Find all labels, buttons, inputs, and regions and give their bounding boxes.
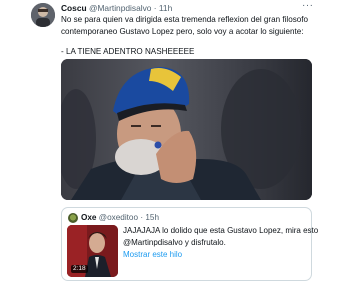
- quote-user-handle[interactable]: @oxeditoo: [99, 213, 138, 222]
- quote-video-thumbnail[interactable]: 2:18: [67, 225, 118, 277]
- quote-timestamp[interactable]: 15h: [145, 213, 159, 222]
- header-separator: ·: [153, 3, 157, 13]
- show-thread-link[interactable]: Mostrar este hilo: [123, 249, 182, 260]
- quote-header-separator: ·: [140, 213, 144, 222]
- tweet-timestamp[interactable]: 11h: [159, 3, 172, 13]
- quote-text-line: @Martinpdisalvo y disfrutalo.: [123, 237, 226, 247]
- user-handle[interactable]: @Martinpdisalvo: [89, 3, 152, 13]
- tweet-text-line: No se para quien va dirigida esta tremen…: [61, 15, 309, 24]
- quote-header: Oxe @oxeditoo · 15h: [81, 212, 159, 223]
- tweet-text: No se para quien va dirigida esta tremen…: [61, 14, 321, 58]
- tweet: Coscu @Martinpdisalvo · 11h ··· No se pa…: [0, 0, 350, 285]
- tweet-image[interactable]: [61, 59, 312, 200]
- tweet-text-line: - LA TIENE ADENTRO NASHEEEEE: [61, 47, 195, 56]
- more-options-icon[interactable]: ···: [302, 0, 314, 11]
- video-duration: 2:18: [71, 265, 88, 273]
- display-name[interactable]: Coscu: [61, 3, 87, 13]
- tweet-header: Coscu @Martinpdisalvo · 11h: [61, 3, 172, 14]
- quote-user-avatar[interactable]: [68, 213, 78, 223]
- quote-text-line: JAJAJAJA lo dolido que esta Gustavo Lope…: [123, 226, 319, 235]
- quoted-tweet[interactable]: Oxe @oxeditoo · 15h 2:18 JAJAJAJA lo dol…: [61, 207, 319, 281]
- user-avatar[interactable]: [31, 3, 55, 27]
- quote-display-name[interactable]: Oxe: [81, 213, 96, 222]
- quote-text: JAJAJAJA lo dolido que esta Gustavo Lope…: [123, 225, 319, 248]
- photo-illustration: [61, 59, 312, 200]
- tweet-text-line: contemporaneo Gustavo Lopez pero, solo v…: [61, 26, 304, 36]
